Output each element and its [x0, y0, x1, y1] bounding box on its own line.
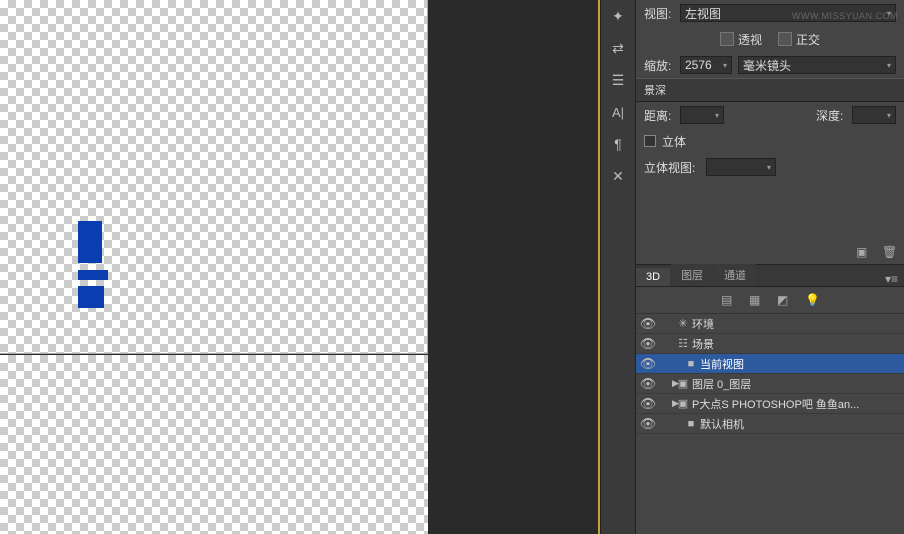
adjust-tool-icon[interactable]: ⇄ [604, 36, 632, 60]
layer-label: 当前视图 [700, 356, 744, 372]
filter-material-icon[interactable]: ◩ [777, 293, 791, 307]
filter-mesh-icon[interactable]: ▦ [749, 293, 763, 307]
layer-row[interactable]: 👁▶▣图层 0_图层 [636, 374, 904, 394]
layer-label: P大点S PHOTOSHOP吧 鱼鱼an... [692, 396, 859, 412]
visibility-eye-icon[interactable]: 👁 [636, 356, 660, 372]
layer-row[interactable]: 👁▶▣P大点S PHOTOSHOP吧 鱼鱼an... [636, 394, 904, 414]
wrench-tool-icon[interactable]: ✕ [604, 164, 632, 188]
layer-type-icon: ✳ [674, 317, 692, 330]
tab-channels[interactable]: 通道 [714, 264, 756, 286]
chevron-down-icon: ▾ [715, 111, 719, 120]
layer-type-icon: ▣ [674, 397, 692, 410]
layer-label: 场景 [692, 336, 714, 352]
trash-icon[interactable]: 🗑 [882, 245, 896, 259]
visibility-eye-icon[interactable]: 👁 [636, 376, 660, 392]
canvas-area[interactable] [0, 0, 600, 534]
tab-layers[interactable]: 图层 [671, 264, 713, 286]
visibility-eye-icon[interactable]: 👁 [636, 416, 660, 432]
depth-input[interactable]: ▾ [852, 106, 896, 124]
stereo-label: 立体 [662, 133, 692, 150]
panel-tabs: 3D 图层 通道 ▾≡ [636, 265, 904, 287]
panel-menu-icon[interactable]: ▾≡ [879, 272, 904, 286]
lens-dropdown[interactable]: 毫米镜头▾ [738, 56, 896, 74]
canvas-lower[interactable] [0, 355, 428, 534]
filter-light-icon[interactable]: 💡 [805, 293, 819, 307]
view-label: 视图: [644, 5, 674, 22]
expand-toggle[interactable]: ▶ [660, 398, 674, 409]
layer-row[interactable]: 👁 ☷场景 [636, 334, 904, 354]
stereo-checkbox[interactable] [644, 135, 656, 147]
visibility-eye-icon[interactable]: 👁 [636, 316, 660, 332]
mesh-part-2[interactable] [78, 270, 108, 280]
layer-type-icon: ☷ [674, 337, 692, 350]
perspective-button[interactable]: 透视 [720, 31, 762, 48]
chevron-down-icon: ▾ [887, 61, 891, 70]
zoom-value-input[interactable]: 2576▾ [680, 56, 732, 74]
mesh-part-3[interactable] [78, 286, 104, 308]
mesh-part-1[interactable] [78, 221, 102, 263]
cube-icon [778, 32, 792, 46]
layer-type-icon: ■ [682, 418, 700, 430]
list-tool-icon[interactable]: ☰ [604, 68, 632, 92]
stereo-view-label: 立体视图: [644, 159, 700, 176]
filter-scene-icon[interactable]: ▤ [721, 293, 735, 307]
distance-input[interactable]: ▾ [680, 106, 724, 124]
layer-type-icon: ▣ [674, 377, 692, 390]
brush-tool-icon[interactable]: ✦ [604, 4, 632, 28]
tab-3d[interactable]: 3D [636, 268, 670, 286]
render-icon[interactable]: ▣ [856, 245, 870, 259]
layer-type-icon: ■ [682, 358, 700, 370]
distance-label: 距离: [644, 107, 674, 124]
chevron-down-icon: ▾ [887, 111, 891, 120]
layer-toolbar: ▤ ▦ ◩ 💡 [636, 287, 904, 314]
layer-list: 👁✳环境👁☷场景👁■当前视图👁▶▣图层 0_图层👁▶▣P大点S PHOTOSHO… [636, 314, 904, 534]
paragraph-tool-icon[interactable]: ¶ [604, 132, 632, 156]
text-tool-icon[interactable]: A| [604, 100, 632, 124]
zoom-label: 缩放: [644, 57, 674, 74]
depth-label: 深度: [816, 107, 846, 124]
canvas-upper[interactable] [0, 0, 428, 354]
orthographic-button[interactable]: 正交 [778, 31, 820, 48]
cube-icon [720, 32, 734, 46]
chevron-down-icon: ▾ [723, 61, 727, 70]
layer-label: 默认相机 [700, 416, 744, 432]
visibility-eye-icon[interactable]: 👁 [636, 336, 660, 352]
layer-row[interactable]: 👁 ✳环境 [636, 314, 904, 334]
dof-section-header: 景深 [636, 78, 904, 102]
expand-toggle[interactable]: ▶ [660, 378, 674, 389]
layer-row[interactable]: 👁 ■默认相机 [636, 414, 904, 434]
view-value: 左视图 [685, 5, 721, 22]
stereo-view-dropdown[interactable]: ▾ [706, 158, 776, 176]
layer-row[interactable]: 👁 ■当前视图 [636, 354, 904, 374]
watermark-text: WWW.MISSYUAN.COM [792, 11, 898, 21]
layer-label: 图层 0_图层 [692, 376, 751, 392]
layer-label: 环境 [692, 316, 714, 332]
visibility-eye-icon[interactable]: 👁 [636, 396, 660, 412]
canvas-gutter [428, 0, 600, 534]
properties-panel: 视图: 左视图 ▾ WWW.MISSYUAN.COM 透视 正交 缩放: 257… [636, 0, 904, 265]
chevron-down-icon: ▾ [767, 163, 771, 172]
vertical-toolbar: ✦ ⇄ ☰ A| ¶ ✕ [600, 0, 636, 534]
